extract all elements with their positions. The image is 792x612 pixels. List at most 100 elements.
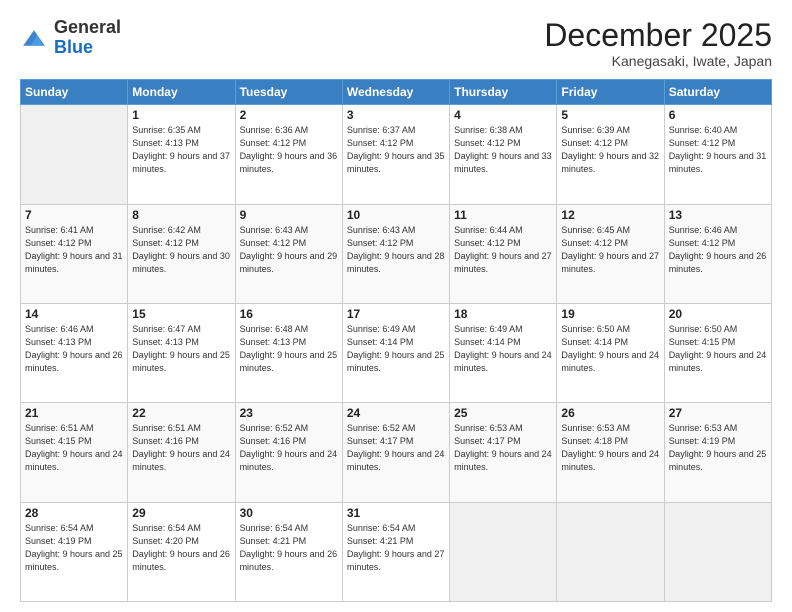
day-info: Sunrise: 6:49 AMSunset: 4:14 PMDaylight:…: [347, 323, 445, 375]
day-number: 9: [240, 208, 338, 222]
day-info: Sunrise: 6:53 AMSunset: 4:19 PMDaylight:…: [669, 422, 767, 474]
table-row: 18Sunrise: 6:49 AMSunset: 4:14 PMDayligh…: [450, 303, 557, 402]
table-row: 4Sunrise: 6:38 AMSunset: 4:12 PMDaylight…: [450, 105, 557, 204]
calendar-week-row: 14 Sunrise: 6:46 AMSunset: 4:13 PMDayligh…: [21, 303, 772, 402]
col-thursday: Thursday: [450, 80, 557, 105]
table-row: 23Sunrise: 6:52 AMSunset: 4:16 PMDayligh…: [235, 403, 342, 502]
table-row: 17 Sunrise: 6:49 AMSunset: 4:14 PMDayligh…: [342, 303, 449, 402]
day-number: 20: [669, 307, 767, 321]
table-row: 15 Sunrise: 6:47 AMSunset: 4:13 PMDayligh…: [128, 303, 235, 402]
logo-text: General Blue: [54, 18, 121, 58]
day-number: 14: [25, 307, 123, 321]
table-row: 21 Sunrise: 6:51 AMSunset: 4:15 PMDayligh…: [21, 403, 128, 502]
table-row: 11Sunrise: 6:44 AMSunset: 4:12 PMDayligh…: [450, 204, 557, 303]
calendar-week-row: 28Sunrise: 6:54 AMSunset: 4:19 PMDayligh…: [21, 502, 772, 601]
day-number: 27: [669, 406, 767, 420]
col-sunday: Sunday: [21, 80, 128, 105]
col-saturday: Saturday: [664, 80, 771, 105]
table-row: 30 Sunrise: 6:54 AMSunset: 4:21 PMDayligh…: [235, 502, 342, 601]
day-info: Sunrise: 6:52 AMSunset: 4:17 PMDaylight:…: [347, 422, 445, 474]
day-number: 25: [454, 406, 552, 420]
col-tuesday: Tuesday: [235, 80, 342, 105]
day-number: 23: [240, 406, 338, 420]
table-row: 27 Sunrise: 6:53 AMSunset: 4:19 PMDayligh…: [664, 403, 771, 502]
table-row: [557, 502, 664, 601]
day-number: 26: [561, 406, 659, 420]
day-info: Sunrise: 6:46 AMSunset: 4:12 PMDaylight:…: [669, 224, 767, 276]
day-number: 7: [25, 208, 123, 222]
day-number: 24: [347, 406, 445, 420]
day-info: Sunrise: 6:43 AMSunset: 4:12 PMDaylight:…: [347, 224, 445, 276]
table-row: 22 Sunrise: 6:51 AMSunset: 4:16 PMDayligh…: [128, 403, 235, 502]
table-row: 10 Sunrise: 6:43 AMSunset: 4:12 PMDayligh…: [342, 204, 449, 303]
col-monday: Monday: [128, 80, 235, 105]
day-info: Sunrise: 6:43 AMSunset: 4:12 PMDaylight:…: [240, 224, 338, 276]
day-info: Sunrise: 6:54 AMSunset: 4:21 PMDaylight:…: [347, 522, 445, 574]
table-row: 1 Sunrise: 6:35 AMSunset: 4:13 PMDaylight…: [128, 105, 235, 204]
table-row: 16Sunrise: 6:48 AMSunset: 4:13 PMDayligh…: [235, 303, 342, 402]
table-row: 29 Sunrise: 6:54 AMSunset: 4:20 PMDayligh…: [128, 502, 235, 601]
calendar-table: Sunday Monday Tuesday Wednesday Thursday…: [20, 79, 772, 602]
day-number: 30: [240, 506, 338, 520]
day-info: Sunrise: 6:54 AMSunset: 4:21 PMDaylight:…: [240, 522, 338, 574]
logo: General Blue: [20, 18, 121, 58]
day-number: 12: [561, 208, 659, 222]
table-row: 5Sunrise: 6:39 AMSunset: 4:12 PMDaylight…: [557, 105, 664, 204]
page: General Blue December 2025 Kanegasaki, I…: [0, 0, 792, 612]
day-number: 29: [132, 506, 230, 520]
day-info: Sunrise: 6:48 AMSunset: 4:13 PMDaylight:…: [240, 323, 338, 375]
calendar-week-row: 21 Sunrise: 6:51 AMSunset: 4:15 PMDayligh…: [21, 403, 772, 502]
day-number: 15: [132, 307, 230, 321]
table-row: 3Sunrise: 6:37 AMSunset: 4:12 PMDaylight…: [342, 105, 449, 204]
day-info: Sunrise: 6:50 AMSunset: 4:15 PMDaylight:…: [669, 323, 767, 375]
day-info: Sunrise: 6:47 AMSunset: 4:13 PMDaylight:…: [132, 323, 230, 375]
table-row: 25 Sunrise: 6:53 AMSunset: 4:17 PMDayligh…: [450, 403, 557, 502]
day-number: 28: [25, 506, 123, 520]
calendar-header-row: Sunday Monday Tuesday Wednesday Thursday…: [21, 80, 772, 105]
day-info: Sunrise: 6:51 AMSunset: 4:15 PMDaylight:…: [25, 422, 123, 474]
calendar-week-row: 7 Sunrise: 6:41 AMSunset: 4:12 PMDaylight…: [21, 204, 772, 303]
day-info: Sunrise: 6:54 AMSunset: 4:20 PMDaylight:…: [132, 522, 230, 574]
day-info: Sunrise: 6:42 AMSunset: 4:12 PMDaylight:…: [132, 224, 230, 276]
day-number: 21: [25, 406, 123, 420]
day-number: 4: [454, 108, 552, 122]
table-row: [664, 502, 771, 601]
day-info: Sunrise: 6:51 AMSunset: 4:16 PMDaylight:…: [132, 422, 230, 474]
day-number: 19: [561, 307, 659, 321]
day-number: 10: [347, 208, 445, 222]
day-info: Sunrise: 6:46 AMSunset: 4:13 PMDaylight:…: [25, 323, 123, 375]
day-info: Sunrise: 6:35 AMSunset: 4:13 PMDaylight:…: [132, 124, 230, 176]
subtitle: Kanegasaki, Iwate, Japan: [544, 53, 772, 69]
header: General Blue December 2025 Kanegasaki, I…: [20, 18, 772, 69]
day-number: 2: [240, 108, 338, 122]
day-number: 31: [347, 506, 445, 520]
table-row: 19Sunrise: 6:50 AMSunset: 4:14 PMDayligh…: [557, 303, 664, 402]
day-number: 17: [347, 307, 445, 321]
table-row: 12 Sunrise: 6:45 AMSunset: 4:12 PMDayligh…: [557, 204, 664, 303]
day-number: 18: [454, 307, 552, 321]
table-row: 9 Sunrise: 6:43 AMSunset: 4:12 PMDaylight…: [235, 204, 342, 303]
day-info: Sunrise: 6:53 AMSunset: 4:17 PMDaylight:…: [454, 422, 552, 474]
logo-blue-text: Blue: [54, 38, 121, 58]
day-number: 8: [132, 208, 230, 222]
table-row: [21, 105, 128, 204]
logo-icon: [20, 24, 48, 52]
day-info: Sunrise: 6:39 AMSunset: 4:12 PMDaylight:…: [561, 124, 659, 176]
day-info: Sunrise: 6:41 AMSunset: 4:12 PMDaylight:…: [25, 224, 123, 276]
col-friday: Friday: [557, 80, 664, 105]
table-row: 31 Sunrise: 6:54 AMSunset: 4:21 PMDayligh…: [342, 502, 449, 601]
day-info: Sunrise: 6:45 AMSunset: 4:12 PMDaylight:…: [561, 224, 659, 276]
table-row: 13 Sunrise: 6:46 AMSunset: 4:12 PMDayligh…: [664, 204, 771, 303]
day-number: 1: [132, 108, 230, 122]
table-row: 26Sunrise: 6:53 AMSunset: 4:18 PMDayligh…: [557, 403, 664, 502]
table-row: 7 Sunrise: 6:41 AMSunset: 4:12 PMDaylight…: [21, 204, 128, 303]
table-row: 2Sunrise: 6:36 AMSunset: 4:12 PMDaylight…: [235, 105, 342, 204]
main-title: December 2025: [544, 18, 772, 53]
day-number: 13: [669, 208, 767, 222]
table-row: 6Sunrise: 6:40 AMSunset: 4:12 PMDaylight…: [664, 105, 771, 204]
logo-general-text: General: [54, 18, 121, 38]
day-number: 6: [669, 108, 767, 122]
table-row: [450, 502, 557, 601]
table-row: 8 Sunrise: 6:42 AMSunset: 4:12 PMDaylight…: [128, 204, 235, 303]
day-number: 22: [132, 406, 230, 420]
